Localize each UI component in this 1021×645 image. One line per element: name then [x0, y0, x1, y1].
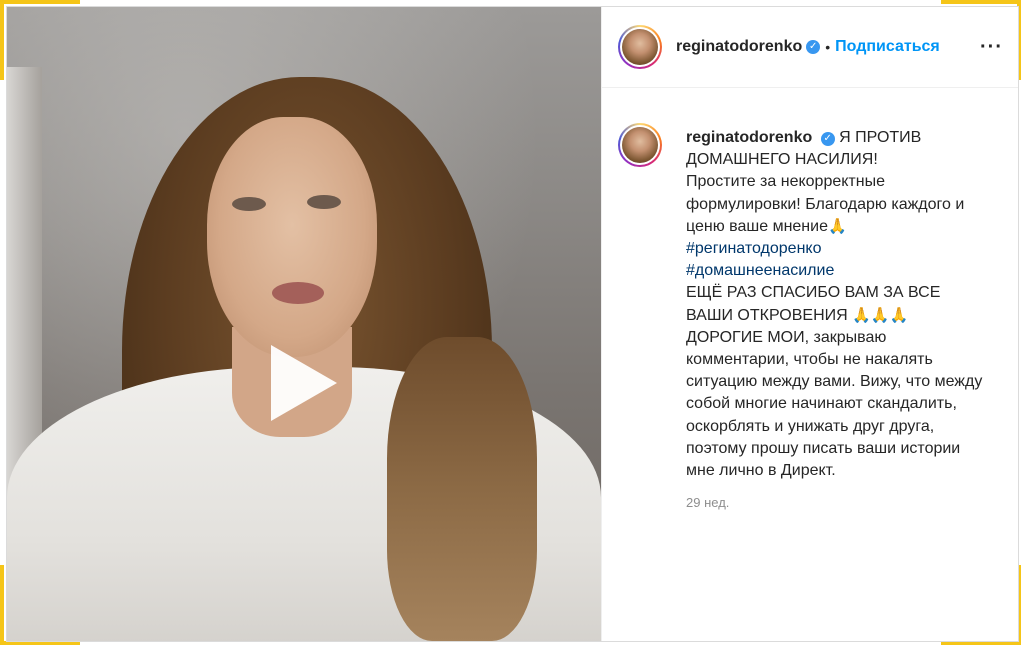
avatar[interactable] — [618, 25, 662, 69]
pray-emoji: 🙏 — [827, 217, 847, 235]
video-player[interactable] — [7, 7, 601, 641]
caption-username[interactable]: reginatodorenko — [686, 129, 812, 146]
verified-badge-icon: ✓ — [820, 132, 835, 146]
caption-line2: Простите за некорректные формулировки! Б… — [686, 173, 965, 235]
pray-emoji-triple: 🙏🙏🙏 — [852, 306, 909, 324]
caption-avatar[interactable] — [618, 123, 662, 167]
post-sidebar: reginatodorenko ✓ • Подписаться ··· regi… — [601, 7, 1018, 641]
video-person-face — [207, 117, 377, 357]
frame-corner-bottom-left — [0, 565, 4, 645]
post-timestamp[interactable]: 29 нед. — [686, 495, 729, 510]
caption-text: reginatodorenko ✓ Я ПРОТИВ ДОМАШНЕГО НАС… — [686, 127, 986, 482]
play-icon[interactable] — [271, 345, 337, 421]
post-header: reginatodorenko ✓ • Подписаться ··· — [602, 7, 1018, 88]
hashtag-link[interactable]: #домашнеенасилие — [686, 260, 986, 282]
frame-corner-top-right — [941, 0, 1021, 4]
verified-badge-icon: ✓ — [806, 40, 821, 54]
caption-line4: ДОРОГИЕ МОИ, закрываю комментарии, чтобы… — [686, 328, 983, 480]
video-person-mouth — [272, 282, 324, 304]
avatar-image — [622, 29, 658, 65]
instagram-post: reginatodorenko ✓ • Подписаться ··· regi… — [6, 6, 1019, 642]
follow-button[interactable]: Подписаться — [835, 38, 940, 56]
frame-corner-top-left — [0, 0, 4, 80]
header-username[interactable]: reginatodorenko — [676, 38, 802, 56]
video-person-eye — [307, 195, 341, 209]
frame-corner-top-left — [0, 0, 80, 4]
header-separator: • — [825, 39, 831, 55]
hashtag-link[interactable]: #регинатодоренко — [686, 238, 986, 260]
video-person-hair-lock — [387, 337, 537, 641]
avatar-image — [622, 127, 658, 163]
video-person-eye — [232, 197, 266, 211]
more-options-icon[interactable]: ··· — [980, 37, 1003, 57]
